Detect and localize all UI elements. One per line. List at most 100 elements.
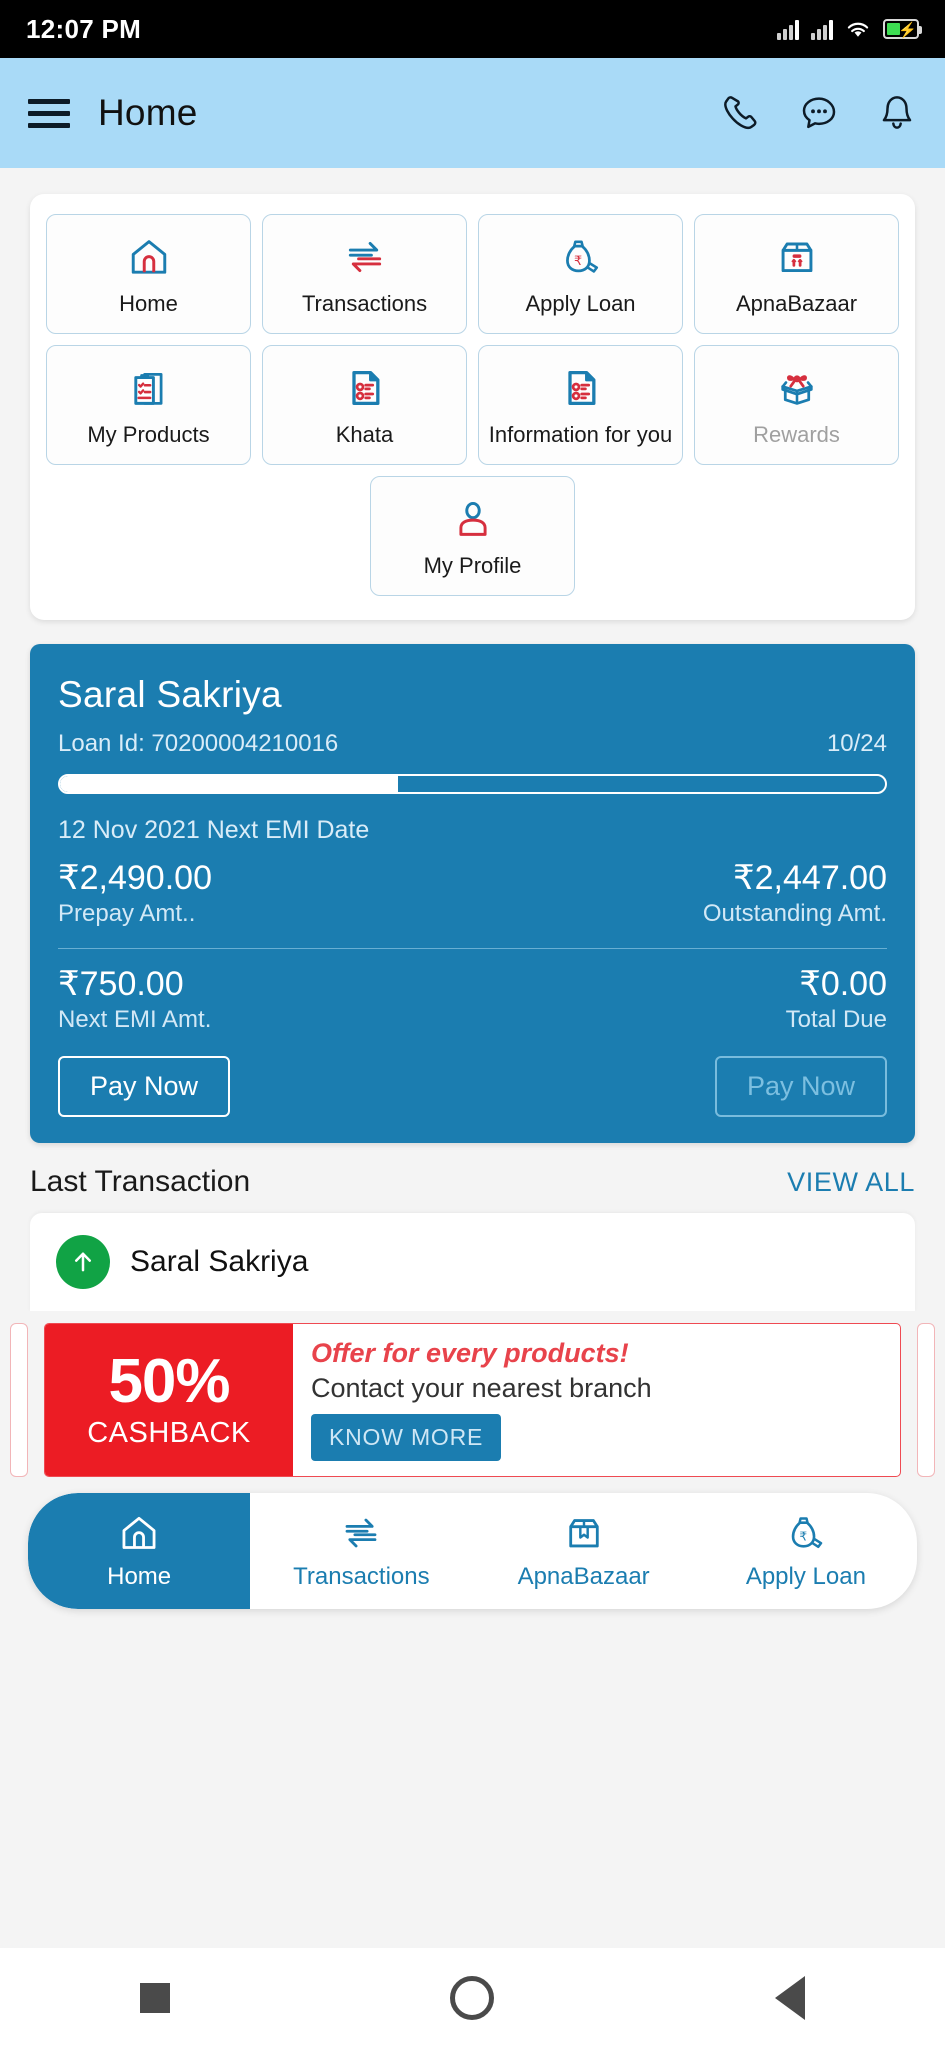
svg-text:₹: ₹	[574, 254, 582, 269]
bell-icon[interactable]	[877, 93, 917, 133]
document-list-icon	[559, 363, 603, 413]
prepay-amount-block: ₹2,490.00 Prepay Amt..	[58, 859, 212, 928]
quick-tile-label: Rewards	[753, 421, 840, 447]
signal-bars-icon	[811, 18, 833, 40]
loan-product-name: Saral Sakriya	[58, 674, 282, 715]
pay-now-due-button[interactable]: Pay Now	[714, 1056, 887, 1118]
prepay-amount-value: ₹2,490.00	[58, 859, 212, 897]
last-transaction-title: Last Transaction	[30, 1165, 251, 1199]
promo-carousel: 50% CASHBACK Offer for every products! C…	[0, 1311, 945, 1478]
loan-summary-card[interactable]: Saral Sakriya Loan Id: 70200004210016 10…	[30, 644, 915, 1144]
bottom-nav-item-transactions[interactable]: Transactions	[250, 1493, 472, 1609]
quick-tile-label: Information for you	[488, 421, 673, 447]
status-bar: 12:07 PM ⚡	[0, 0, 945, 58]
quick-menu-profile-row: My Profile	[46, 476, 899, 596]
quick-tile-khata[interactable]: Khata	[262, 345, 467, 465]
total-due-caption: Total Due	[785, 1006, 887, 1034]
quick-menu-card: Home Transactions ₹ Apply Loan ApnaBazaa…	[30, 194, 915, 620]
loan-progress-fill	[60, 776, 399, 792]
app-bar: Home	[0, 58, 945, 168]
last-transaction-name: Saral Sakriya	[130, 1245, 309, 1279]
quick-tile-rewards[interactable]: Rewards	[694, 345, 899, 465]
quick-tile-home[interactable]: Home	[46, 214, 251, 334]
quick-tile-label: Khata	[335, 421, 394, 447]
bottom-nav-label: ApnaBazaar	[517, 1562, 650, 1590]
hamburger-menu-icon[interactable]	[28, 98, 70, 128]
bottom-nav-item-home[interactable]: Home	[28, 1493, 251, 1610]
battery-charging-icon: ⚡	[883, 19, 922, 39]
house-icon	[127, 232, 171, 282]
total-due-block: ₹0.00 Total Due	[786, 965, 887, 1034]
loan-card-divider	[58, 948, 887, 950]
bottom-nav-label: Apply Loan	[745, 1562, 866, 1590]
promo-percent: 50%	[108, 1346, 230, 1416]
know-more-button[interactable]: KNOW MORE	[311, 1414, 502, 1462]
last-transaction-item[interactable]: Saral Sakriya	[30, 1213, 915, 1312]
promo-peek-right[interactable]	[917, 1323, 935, 1478]
loan-progress-bar	[58, 774, 887, 794]
phone-icon[interactable]	[721, 93, 761, 133]
loan-card-buttons: Pay Now Pay Now	[58, 1056, 887, 1118]
bottom-nav-wrapper: Home Transactions ApnaBazaar ₹ Apply Loa…	[0, 1477, 945, 1610]
next-emi-amount-caption: Next EMI Amt.	[58, 1006, 212, 1034]
promo-headline: Offer for every products!	[311, 1338, 629, 1369]
quick-tile-apnabazaar[interactable]: ApnaBazaar	[694, 214, 899, 334]
quick-tile-my-profile[interactable]: My Profile	[369, 476, 576, 596]
wifi-icon	[847, 22, 869, 37]
svg-text:₹: ₹	[799, 1529, 807, 1543]
exchange-arrows-icon	[340, 1512, 382, 1559]
quick-menu-section: Home Transactions ₹ Apply Loan ApnaBazaa…	[0, 168, 945, 620]
bottom-nav: Home Transactions ApnaBazaar ₹ Apply Loa…	[28, 1493, 917, 1610]
home-circle-icon[interactable]	[450, 1976, 495, 2020]
prepay-amount-caption: Prepay Amt..	[58, 900, 196, 928]
promo-cashback-label: CASHBACK	[87, 1416, 251, 1449]
quick-tile-label: ApnaBazaar	[735, 290, 858, 316]
back-triangle-icon[interactable]	[774, 1976, 805, 2020]
exchange-arrows-icon	[343, 232, 387, 282]
quick-tile-label: Home	[119, 290, 178, 316]
loan-subheader: Loan Id: 70200004210016 10/24	[58, 730, 887, 758]
quick-tile-my-products[interactable]: My Products	[46, 345, 251, 465]
next-emi-amount-value: ₹750.00	[58, 965, 184, 1004]
app-bar-actions	[721, 93, 917, 133]
last-transaction-header: Last Transaction VIEW ALL	[0, 1143, 945, 1213]
promo-subtext: Contact your nearest branch	[311, 1373, 652, 1404]
promo-peek-left[interactable]	[10, 1323, 28, 1478]
promo-banner-right: Offer for every products! Contact your n…	[293, 1324, 900, 1476]
signal-bars-icon	[777, 18, 799, 40]
pay-now-emi-button[interactable]: Pay Now	[58, 1056, 231, 1118]
view-all-link[interactable]: VIEW ALL	[787, 1167, 915, 1198]
bottom-nav-item-apnabazaar[interactable]: ApnaBazaar	[473, 1493, 695, 1609]
installment-counter: 10/24	[826, 730, 887, 757]
bottom-nav-label: Home	[107, 1562, 172, 1590]
chat-icon[interactable]	[799, 93, 839, 133]
loan-amount-row-top: ₹2,490.00 Prepay Amt.. ₹2,447.00 Outstan…	[58, 859, 887, 928]
status-bar-icons: ⚡	[777, 18, 922, 40]
outstanding-amount-caption: Outstanding Amt.	[702, 900, 887, 928]
arrow-up-circle-icon	[56, 1235, 110, 1290]
quick-tile-transactions[interactable]: Transactions	[262, 214, 467, 334]
bottom-nav-label: Transactions	[293, 1562, 430, 1590]
loan-amount-row-bottom: ₹750.00 Next EMI Amt. ₹0.00 Total Due	[58, 965, 887, 1034]
promo-row: 50% CASHBACK Offer for every products! C…	[0, 1323, 945, 1478]
quick-tile-apply-loan[interactable]: ₹ Apply Loan	[478, 214, 683, 334]
promo-banner-left: 50% CASHBACK	[45, 1324, 293, 1477]
quick-menu-grid: Home Transactions ₹ Apply Loan ApnaBazaa…	[46, 214, 899, 465]
screen-body: Home Transactions ₹ Apply Loan ApnaBazaa…	[0, 168, 945, 2048]
document-list-icon	[343, 363, 387, 413]
bottom-nav-item-apply-loan[interactable]: ₹ Apply Loan	[695, 1493, 917, 1609]
quick-tile-information-for-you[interactable]: Information for you	[478, 345, 683, 465]
money-bag-icon: ₹	[559, 232, 603, 282]
outstanding-amount-block: ₹2,447.00 Outstanding Amt.	[703, 859, 887, 928]
box-icon	[775, 232, 819, 282]
promo-banner[interactable]: 50% CASHBACK Offer for every products! C…	[44, 1323, 901, 1478]
status-bar-time: 12:07 PM	[26, 13, 142, 44]
quick-tile-label: Transactions	[301, 290, 428, 316]
next-emi-amount-block: ₹750.00 Next EMI Amt.	[58, 965, 211, 1034]
recents-square-icon[interactable]	[140, 1983, 171, 2013]
box-icon	[563, 1512, 605, 1559]
outstanding-amount-value: ₹2,447.00	[733, 859, 887, 897]
next-emi-date: 12 Nov 2021 Next EMI Date	[58, 816, 370, 844]
person-icon	[451, 494, 495, 544]
system-navigation-bar	[0, 1948, 945, 2048]
